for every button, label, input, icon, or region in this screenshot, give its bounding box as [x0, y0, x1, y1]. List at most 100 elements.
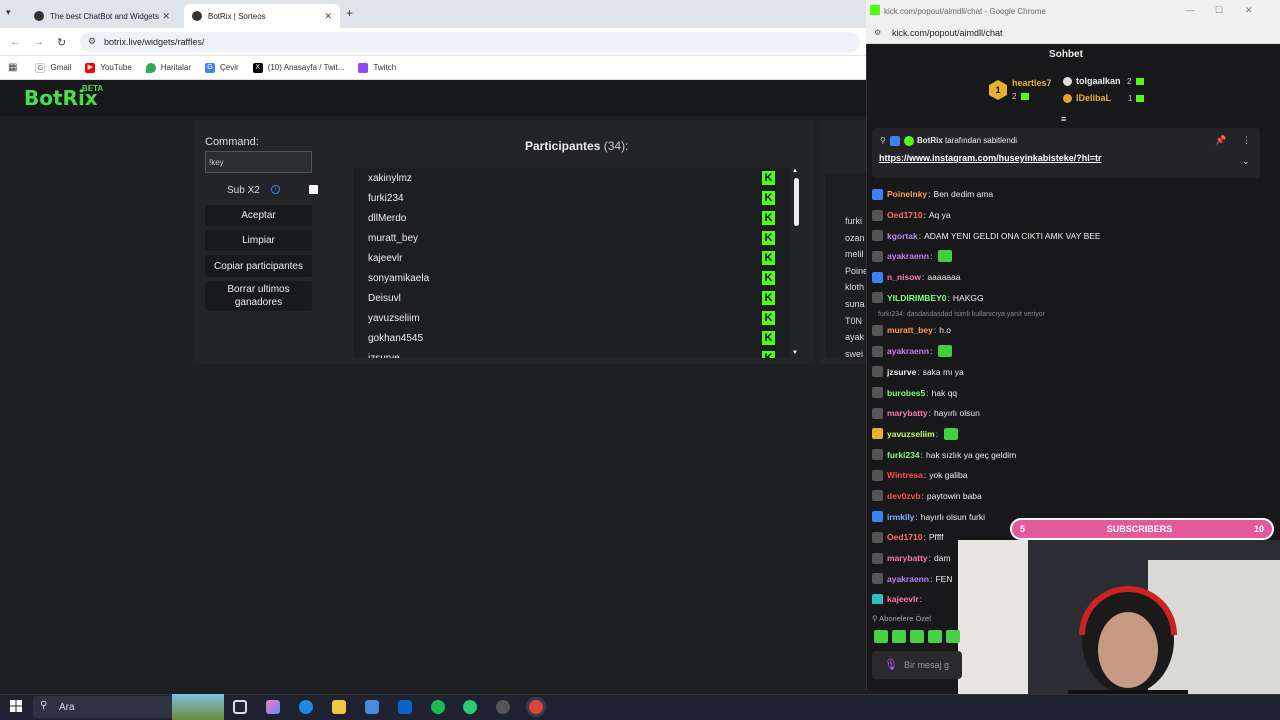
chat-username[interactable]: marybatty	[887, 408, 928, 418]
chat-username[interactable]: ayakraenn	[887, 251, 929, 261]
chat-username[interactable]: jzsurve	[887, 367, 916, 377]
site-info-icon[interactable]: ⚙	[874, 28, 881, 37]
emote-icon[interactable]	[928, 630, 942, 643]
minimize-icon[interactable]: —	[1186, 5, 1195, 15]
chat-username[interactable]: kgortak	[887, 231, 918, 241]
chat-text: hayırlı olsun	[934, 408, 980, 419]
participant-name: Deisuvl	[368, 292, 401, 304]
command-input[interactable]	[205, 151, 312, 173]
chat-message[interactable]: burobes5: hak qq	[872, 382, 1262, 403]
chat-username[interactable]: ayakraenn	[887, 574, 929, 584]
scroll-down-icon[interactable]: ▼	[792, 350, 798, 356]
bot-badge-icon	[890, 136, 900, 146]
chat-message[interactable]: ayakraenn:	[872, 341, 1262, 362]
chat-message[interactable]: Oed1710: Aq ya	[872, 205, 1262, 226]
chat-username[interactable]: furki234	[887, 450, 920, 460]
chat-username[interactable]: ayakraenn	[887, 346, 929, 356]
tab-chatbot[interactable]: The best ChatBot and Widgets ✕	[26, 4, 178, 28]
chat-message[interactable]: dev0zvb: paytowin baba	[872, 486, 1262, 507]
sub-x2-checkbox[interactable]	[309, 185, 318, 194]
chat-username[interactable]: marybatty	[887, 553, 928, 563]
chat-username[interactable]: irmklly	[887, 512, 914, 522]
search-placeholder: Ara	[59, 701, 75, 713]
chat-username[interactable]: n_nisow	[887, 272, 921, 282]
chat-username[interactable]: Oed1710	[887, 532, 922, 542]
maximize-icon[interactable]: ☐	[1215, 5, 1223, 16]
scroll-up-icon[interactable]: ▲	[792, 168, 798, 174]
expand-icon[interactable]: ≡	[1061, 114, 1066, 124]
task-view-icon[interactable]	[233, 700, 247, 714]
emote-bar[interactable]	[874, 630, 960, 644]
close-icon[interactable]: ✕	[324, 11, 332, 22]
chat-username[interactable]: muratt_bey	[887, 325, 933, 335]
gifter-count: 2	[1012, 92, 1017, 101]
chat-username[interactable]: YILDIRIMBEY0	[887, 293, 947, 303]
chat-message[interactable]: jzsurve: saka mı ya	[872, 362, 1262, 383]
emote-icon[interactable]	[874, 630, 888, 643]
emote-icon[interactable]	[910, 630, 924, 643]
back-icon[interactable]: ←	[10, 36, 21, 48]
chat-username[interactable]: burobes5	[887, 388, 925, 398]
tab-botrix-sorteos[interactable]: BotRix | Sorteos ✕	[184, 4, 340, 28]
chat-message[interactable]: Poinelnky: Ben dedim ama	[872, 184, 1262, 205]
clear-button[interactable]: Limpiar	[205, 230, 312, 251]
chat-message[interactable]: furki234: hak sızlık ya geç geldim	[872, 444, 1262, 465]
address-bar[interactable]: ⚙ botrix.live/widgets/raffles/	[80, 32, 860, 52]
close-icon[interactable]: ✕	[162, 11, 170, 22]
close-window-icon[interactable]: ✕	[1245, 5, 1253, 16]
chevron-down-icon[interactable]: ⌄	[1242, 156, 1250, 167]
copy-participants-button[interactable]: Copiar participantes	[205, 255, 312, 277]
apps-icon[interactable]: ▦	[8, 62, 17, 73]
site-info-icon[interactable]: ⚙	[88, 36, 96, 47]
chat-username[interactable]: kajeevlr	[887, 594, 919, 604]
chat-message[interactable]: Wintresa: yok galiba	[872, 465, 1262, 486]
spotify-icon[interactable]	[431, 700, 445, 714]
edge-icon[interactable]	[299, 700, 313, 714]
delete-last-winners-button[interactable]: Borrar ultimos ganadores	[205, 281, 312, 311]
bookmark-maps[interactable]: Haritalar	[145, 62, 191, 73]
chat-message[interactable]: kgortak: ADAM YENI GELDI ONA CIKTI AMK VA…	[872, 225, 1262, 246]
chat-username[interactable]: Oed1710	[887, 210, 922, 220]
reload-icon[interactable]: ↻	[57, 36, 66, 49]
emote-icon[interactable]	[892, 630, 906, 643]
more-options-icon[interactable]: ⋮	[1242, 135, 1251, 146]
emote-icon[interactable]	[946, 630, 960, 643]
forward-icon[interactable]: →	[33, 36, 44, 48]
chat-username[interactable]: dev0zvb	[887, 491, 921, 501]
scrollbar-thumb[interactable]	[794, 178, 799, 226]
bookmark-translate[interactable]: G Çevir	[205, 62, 239, 73]
info-icon[interactable]: i	[271, 185, 280, 194]
windows-start-icon[interactable]	[10, 700, 22, 712]
app-icon[interactable]	[496, 700, 510, 714]
file-explorer-icon[interactable]	[332, 700, 346, 714]
chrome-icon[interactable]	[529, 700, 543, 714]
pinned-link[interactable]: https://www.instagram.com/huseyinkabiste…	[879, 153, 1101, 163]
chat-message[interactable]: yavuzseliim:	[872, 424, 1262, 445]
chat-message[interactable]: n_nisow: aaaaaaa	[872, 267, 1262, 288]
pinned-message[interactable]: ⚲ BotRix tarafından sabitlendi 📌 ⋮ https…	[872, 128, 1260, 178]
chat-message[interactable]: YILDIRIMBEY0: HAKGG	[872, 287, 1262, 308]
bookmark-twitter[interactable]: X (10) Anasayfa / Twit...	[252, 62, 344, 73]
outlook-icon[interactable]	[398, 700, 412, 714]
chat-message[interactable]: marybatty: hayırlı olsun	[872, 403, 1262, 424]
chat-message[interactable]: ayakraenn:	[872, 246, 1262, 267]
chat-username[interactable]: Wintresa	[887, 470, 923, 480]
microphone-icon[interactable]: 🎙	[884, 658, 898, 671]
new-tab-icon[interactable]: +	[346, 6, 353, 20]
bookmark-gmail[interactable]: G Gmail	[35, 62, 71, 73]
accept-button[interactable]: Aceptar	[205, 205, 312, 226]
bookmark-youtube[interactable]: ▶ YouTube	[85, 62, 132, 73]
chat-text: hayırlı olsun furki	[920, 511, 986, 522]
app-icon[interactable]	[463, 700, 477, 714]
pin-action-icon[interactable]: 📌	[1215, 135, 1226, 146]
copilot-icon[interactable]	[266, 700, 280, 714]
tab-search-icon[interactable]: ▾	[6, 7, 11, 18]
store-icon[interactable]	[365, 700, 379, 714]
popout-address-bar[interactable]: ⚙ kick.com/popout/aimdll/chat	[866, 22, 1280, 44]
bookmark-twitch[interactable]: Twitch	[358, 62, 396, 73]
chat-username[interactable]: Poinelnky	[887, 189, 927, 199]
chat-username[interactable]: yavuzseliim	[887, 429, 935, 439]
participants-list[interactable]: xakinylmz Kfurki234 KdllMerdo Kmuratt_bey Kk…	[353, 168, 790, 358]
streamer-webcam-image	[958, 540, 1280, 720]
chat-message[interactable]: muratt_bey: h.o	[872, 320, 1262, 341]
